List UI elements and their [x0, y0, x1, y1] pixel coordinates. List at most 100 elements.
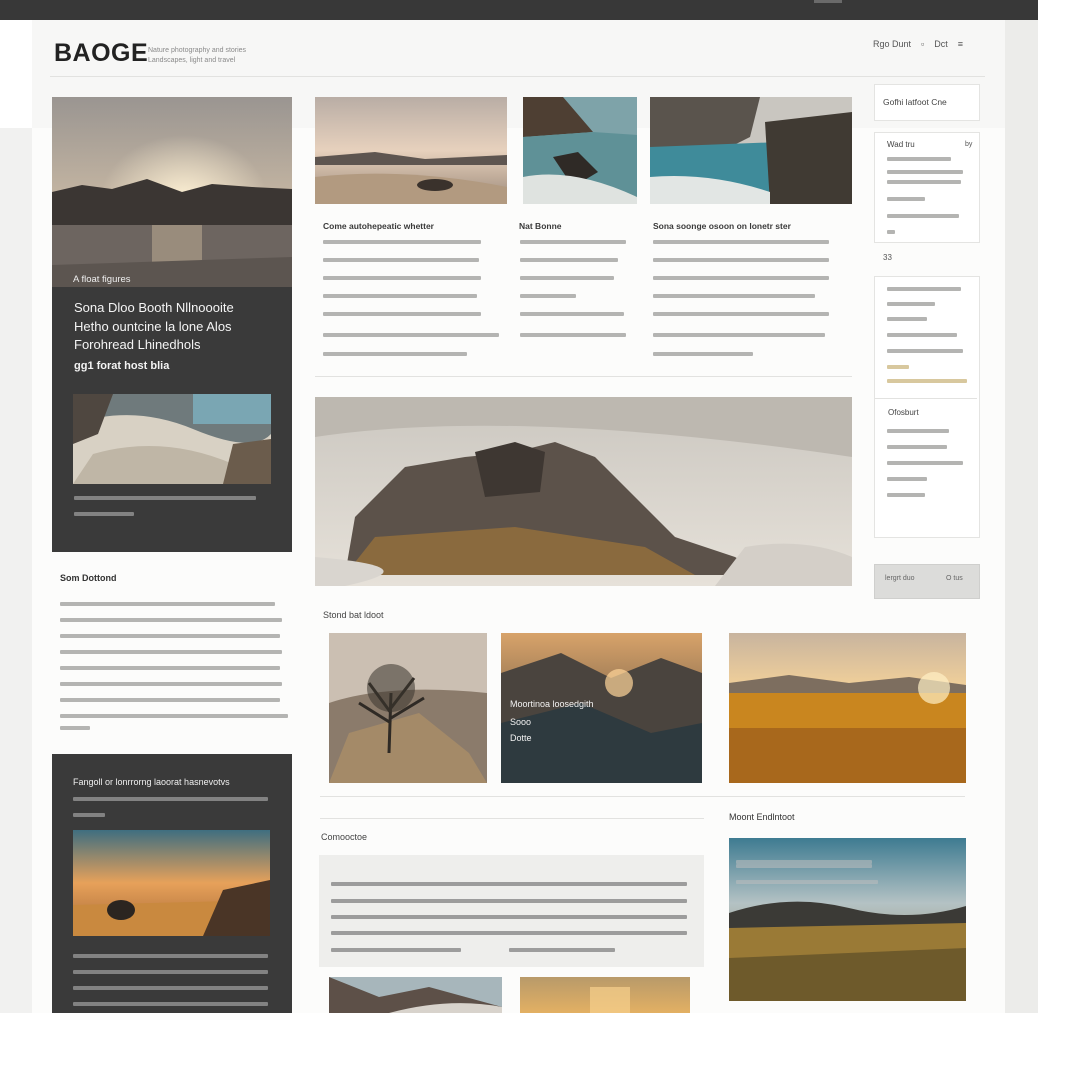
column-1-line	[323, 276, 481, 280]
sidebar-line	[887, 180, 961, 184]
sidebar-line	[887, 349, 963, 353]
nav-item-1[interactable]: Rgo Dunt	[873, 39, 911, 49]
sidebar-action-left[interactable]: lergrt duo	[885, 575, 915, 582]
top-photo-2[interactable]	[523, 97, 637, 204]
sidebar-line	[887, 214, 959, 218]
bottom-divider	[320, 818, 704, 819]
quote-line	[331, 882, 687, 886]
sidebar-box-1-tag: by	[965, 141, 973, 148]
feature-image-art	[52, 97, 292, 287]
left-section-title[interactable]: Som Dottond	[60, 573, 117, 583]
sidebar-line	[887, 287, 961, 291]
sidebar-line	[887, 302, 935, 306]
column-3-line	[653, 294, 815, 298]
left-dark-line	[73, 813, 105, 817]
bottom-section-title[interactable]: Comooctoe	[321, 832, 367, 842]
left-body-line	[60, 726, 90, 730]
left-dark-line	[73, 986, 268, 990]
right-bottom-title[interactable]: Moont Endlntoot	[729, 812, 795, 822]
column-2-line	[520, 294, 576, 298]
nav-item-2[interactable]: Dct	[934, 39, 948, 49]
quote-line	[331, 899, 687, 903]
top-photo-3[interactable]	[650, 97, 852, 204]
left-body-line	[60, 602, 275, 606]
feature-headline-3[interactable]: Forohread Lhinedhols	[74, 337, 200, 352]
column-2-line	[520, 258, 618, 262]
quote-line	[331, 931, 687, 935]
sidebar-box-3-title[interactable]: Ofosburt	[888, 408, 919, 417]
column-1-line	[323, 352, 467, 356]
column-1-line	[323, 333, 499, 337]
column-3-title[interactable]: Sona soonge osoon on lonetr ster	[653, 221, 791, 231]
column-1-title[interactable]: Come autohepeatic whetter	[323, 221, 434, 231]
column-2-line	[520, 333, 626, 337]
menu-icon[interactable]: ≡	[958, 39, 963, 49]
sidebar-count: 33	[883, 253, 892, 262]
gallery-title[interactable]: Stond bat ldoot	[323, 610, 384, 620]
sidebar-line	[887, 429, 949, 433]
bottom-photo-2[interactable]	[520, 977, 690, 1013]
sidebar-line	[887, 445, 947, 449]
left-body-line	[60, 634, 280, 638]
left-dark-line	[73, 1002, 268, 1006]
left-body-line	[60, 682, 282, 686]
feature-subline: gg1 forat host blia	[74, 360, 170, 372]
outer-margin-right	[1005, 20, 1038, 1013]
sidebar-divider	[875, 398, 977, 399]
column-3-line	[653, 333, 825, 337]
sidebar-line	[887, 230, 895, 234]
hero-image[interactable]	[315, 397, 852, 586]
brand-logo[interactable]: BAOGE	[54, 39, 148, 68]
gallery-photo-3[interactable]	[729, 633, 966, 783]
column-3-line	[653, 276, 829, 280]
sidebar-top-label[interactable]: Gofhi latfoot Cne	[883, 97, 947, 107]
column-2-line	[520, 240, 626, 244]
column-3-line	[653, 240, 829, 244]
feature-overlay-label: A float figures	[73, 274, 131, 285]
search-icon[interactable]: ▫	[921, 39, 924, 49]
sidebar-line	[887, 317, 927, 321]
sidebar-line	[887, 365, 909, 369]
left-dark-line	[73, 970, 268, 974]
feature-headline-1[interactable]: Sona Dloo Booth Nllnoooite	[74, 300, 234, 315]
hero-image-art	[315, 397, 852, 586]
top-photo-3-art	[650, 97, 852, 204]
header-nav: Rgo Dunt ▫ Dct ≡	[873, 39, 963, 49]
column-2-line	[520, 276, 614, 280]
top-bar-mark	[814, 0, 842, 3]
sidebar-line	[887, 197, 925, 201]
left-body-line	[60, 698, 280, 702]
quote-line	[509, 948, 615, 952]
quote-line	[331, 948, 461, 952]
column-3-line	[653, 352, 753, 356]
feature-body-line	[74, 496, 256, 500]
right-bottom-line	[736, 880, 878, 884]
right-bottom-line	[736, 864, 872, 868]
column-2-title[interactable]: Nat Bonne	[519, 221, 562, 231]
gallery-photo-1[interactable]	[329, 633, 487, 783]
brand-tagline-1: Nature photography and stories	[148, 47, 247, 54]
sidebar-line	[887, 461, 963, 465]
sidebar-box-1-title[interactable]: Wad tru	[887, 140, 915, 149]
column-1-line	[323, 294, 477, 298]
gallery-overlay-1: Moortinoa loosedgith	[510, 699, 594, 709]
gallery-divider	[320, 796, 965, 797]
bottom-photo-1[interactable]	[329, 977, 502, 1013]
sidebar-action-right[interactable]: O tus	[946, 575, 963, 582]
feature-headline-2[interactable]: Hetho ountcine la lone Alos	[74, 319, 232, 334]
left-dark-line	[73, 797, 268, 801]
left-dark-title[interactable]: Fangoll or lonrrorng laoorat hasnevotvs	[73, 777, 230, 787]
top-photo-1[interactable]	[315, 97, 507, 204]
sidebar-box-2	[874, 276, 980, 538]
feature-image[interactable]	[52, 97, 292, 287]
column-1-line	[323, 312, 481, 316]
left-body-line	[60, 618, 282, 622]
sidebar-line	[887, 477, 927, 481]
outer-margin-left	[0, 128, 32, 1013]
top-photo-1-art	[315, 97, 507, 204]
feature-inline-image[interactable]	[73, 394, 271, 484]
left-dark-image[interactable]	[73, 830, 270, 936]
column-1-line	[323, 240, 481, 244]
top-photo-2-art	[523, 97, 637, 204]
top-bar	[0, 0, 1038, 20]
